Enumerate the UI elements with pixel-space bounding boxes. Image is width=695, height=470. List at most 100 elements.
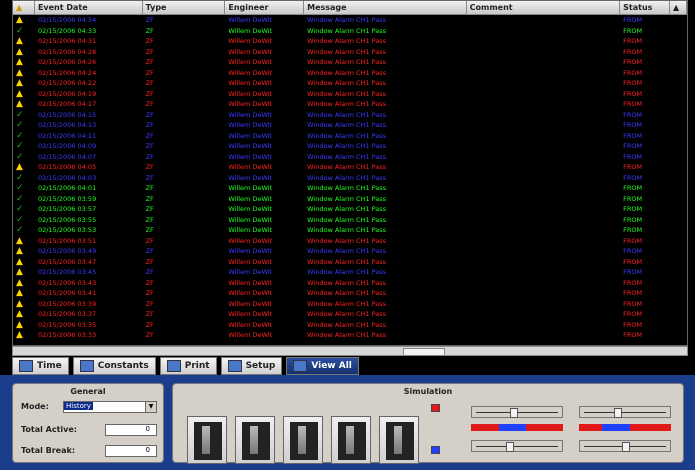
- table-row[interactable]: ▲ 02/15/2006 03:47 ZF Willem DeWit Window Al…: [13, 257, 687, 268]
- gauge-2[interactable]: [235, 416, 275, 464]
- column-header-engineer[interactable]: Engineer: [225, 1, 305, 14]
- total-break-field[interactable]: 0: [105, 445, 157, 457]
- warning-icon: ▲: [16, 298, 23, 309]
- cell-event-date: 02/15/2006 03:55: [37, 215, 97, 224]
- slider-knob[interactable]: [506, 442, 514, 452]
- tab-time[interactable]: Time: [12, 357, 69, 375]
- tab-setup[interactable]: Setup: [220, 357, 283, 375]
- table-row[interactable]: ▲ 02/15/2006 04:34 ZF Willem DeWit Window Al…: [13, 15, 687, 26]
- table-row[interactable]: ✓ 02/15/2006 03:57 ZF Willem DeWit Window Al…: [13, 204, 687, 215]
- table-row[interactable]: ✓ 02/15/2006 04:13 ZF Willem DeWit Window Al…: [13, 120, 687, 131]
- horizontal-scrollbar[interactable]: [12, 346, 688, 356]
- table-row[interactable]: ▲ 02/15/2006 03:49 ZF Willem DeWit Window Al…: [13, 246, 687, 257]
- gauge-1[interactable]: [187, 416, 227, 464]
- column-header-status[interactable]: Status: [620, 1, 671, 14]
- cell-type: ZF: [145, 215, 154, 224]
- scrollbar-thumb[interactable]: [403, 348, 445, 356]
- gauge-3[interactable]: [283, 416, 323, 464]
- table-row[interactable]: ✓ 02/15/2006 04:33 ZF Willem DeWit Window Al…: [13, 26, 687, 37]
- table-row[interactable]: ✓ 02/15/2006 04:09 ZF Willem DeWit Window Al…: [13, 141, 687, 152]
- table-row[interactable]: ▲ 02/15/2006 04:19 ZF Willem DeWit Window Al…: [13, 89, 687, 100]
- cell-status: FROM: [623, 152, 643, 161]
- cell-comment: [467, 183, 621, 194]
- event-log-table[interactable]: ▲ Event Date Type Engineer Message Comme…: [12, 0, 688, 346]
- cell-comment: [467, 236, 621, 247]
- column-header-type[interactable]: Type: [143, 1, 226, 14]
- table-row[interactable]: ▲ 02/15/2006 04:22 ZF Willem DeWit Window Al…: [13, 78, 687, 89]
- table-row[interactable]: ▲ 02/15/2006 03:51 ZF Willem DeWit Window Al…: [13, 236, 687, 247]
- mode-select[interactable]: History ▼: [63, 401, 157, 413]
- table-row[interactable]: ▲ 02/15/2006 03:39 ZF Willem DeWit Window Al…: [13, 299, 687, 310]
- table-row[interactable]: ▲ 02/15/2006 04:24 ZF Willem DeWit Window Al…: [13, 68, 687, 79]
- cell-engineer: Willem DeWit: [228, 236, 273, 245]
- cell-engineer: Willem DeWit: [228, 205, 273, 213]
- cell-event-date: 02/15/2006 04:17: [37, 100, 97, 108]
- cell-status: FROM: [623, 268, 643, 276]
- cell-type: ZF: [145, 226, 154, 234]
- table-row[interactable]: ✓ 02/15/2006 04:07 ZF Willem DeWit Window Al…: [13, 152, 687, 163]
- alarm-indicator-blue[interactable]: [431, 446, 440, 454]
- tab-view-all[interactable]: View All: [286, 357, 359, 375]
- table-row[interactable]: ✓ 02/15/2006 04:01 ZF Willem DeWit Window Al…: [13, 183, 687, 194]
- cell-engineer: Willem DeWit: [228, 58, 273, 66]
- cell-extra: [670, 320, 687, 331]
- column-header-message[interactable]: Message: [304, 1, 467, 14]
- column-header-icon[interactable]: ▲: [13, 1, 35, 14]
- cell-event-date: 02/15/2006 04:01: [37, 184, 97, 192]
- chevron-down-icon[interactable]: ▼: [145, 402, 156, 412]
- table-row[interactable]: ▲ 02/15/2006 04:26 ZF Willem DeWit Window Al…: [13, 57, 687, 68]
- slider-knob[interactable]: [510, 408, 518, 418]
- slider-2[interactable]: [471, 440, 563, 452]
- cell-event-date: 02/15/2006 04:13: [37, 121, 97, 129]
- alarm-indicator-red[interactable]: [431, 404, 440, 412]
- tab-print[interactable]: Print: [159, 357, 217, 375]
- table-row[interactable]: ▲ 02/15/2006 04:05 ZF Willem DeWit Window Al…: [13, 162, 687, 173]
- slider-4[interactable]: [579, 440, 671, 452]
- table-row[interactable]: ▲ 02/15/2006 04:28 ZF Willem DeWit Window Al…: [13, 47, 687, 58]
- table-row[interactable]: ▲ 02/15/2006 03:43 ZF Willem DeWit Window Al…: [13, 278, 687, 289]
- tab-constants[interactable]: Constants: [72, 357, 156, 375]
- cell-message: Window Alarm CH1 Pass: [307, 131, 387, 140]
- cell-extra: [670, 183, 687, 194]
- table-row[interactable]: ✓ 02/15/2006 03:59 ZF Willem DeWit Window Al…: [13, 194, 687, 205]
- slider-3[interactable]: [579, 406, 671, 418]
- gauge-5[interactable]: [379, 416, 419, 464]
- cell-extra: [670, 204, 687, 215]
- total-active-field[interactable]: 0: [105, 424, 157, 436]
- cell-comment: [467, 68, 621, 79]
- table-row[interactable]: ▲ 02/15/2006 03:41 ZF Willem DeWit Window Al…: [13, 288, 687, 299]
- cell-status: FROM: [623, 47, 643, 56]
- cell-status: FROM: [623, 257, 643, 266]
- gauge-4[interactable]: [331, 416, 371, 464]
- table-row[interactable]: ✓ 02/15/2006 04:15 ZF Willem DeWit Window Al…: [13, 110, 687, 121]
- slider-knob[interactable]: [614, 408, 622, 418]
- column-header-event-date[interactable]: Event Date: [35, 1, 143, 14]
- table-row[interactable]: ▲ 02/15/2006 03:37 ZF Willem DeWit Window Al…: [13, 309, 687, 320]
- cell-type: ZF: [145, 194, 154, 203]
- cell-extra: [670, 288, 687, 299]
- cell-engineer: Willem DeWit: [228, 89, 273, 98]
- table-row[interactable]: ▲ 02/15/2006 03:33 ZF Willem DeWit Window Al…: [13, 330, 687, 341]
- column-header-comment[interactable]: Comment: [467, 1, 621, 14]
- table-row[interactable]: ▲ 02/15/2006 03:35 ZF Willem DeWit Window Al…: [13, 320, 687, 331]
- cell-comment: [467, 57, 621, 68]
- cell-message: Window Alarm CH1 Pass: [307, 79, 387, 87]
- table-row[interactable]: ▲ 02/15/2006 03:45 ZF Willem DeWit Window Al…: [13, 267, 687, 278]
- warning-icon: ▲: [16, 288, 23, 298]
- slider-1[interactable]: [471, 406, 563, 418]
- column-header-extra[interactable]: ▲: [670, 1, 687, 14]
- table-row[interactable]: ✓ 02/15/2006 03:55 ZF Willem DeWit Window Al…: [13, 215, 687, 226]
- warning-icon: ▲: [16, 256, 23, 267]
- cell-status: FROM: [623, 236, 643, 245]
- table-row[interactable]: ✓ 02/15/2006 03:53 ZF Willem DeWit Window Al…: [13, 225, 687, 236]
- cell-message: Window Alarm CH1 Pass: [307, 289, 387, 297]
- table-row[interactable]: ▲ 02/15/2006 04:31 ZF Willem DeWit Window Al…: [13, 36, 687, 47]
- cell-message: Window Alarm CH1 Pass: [307, 142, 387, 150]
- cell-event-date: 02/15/2006 04:34: [37, 16, 97, 24]
- table-row[interactable]: ▲ 02/15/2006 04:17 ZF Willem DeWit Window Al…: [13, 99, 687, 110]
- table-row[interactable]: ✓ 02/15/2006 04:11 ZF Willem DeWit Window Al…: [13, 131, 687, 142]
- check-icon: ✓: [16, 120, 24, 130]
- cell-message: Window Alarm CH1 Pass: [307, 257, 387, 266]
- table-row[interactable]: ✓ 02/15/2006 04:03 ZF Willem DeWit Window Al…: [13, 173, 687, 184]
- slider-knob[interactable]: [622, 442, 630, 452]
